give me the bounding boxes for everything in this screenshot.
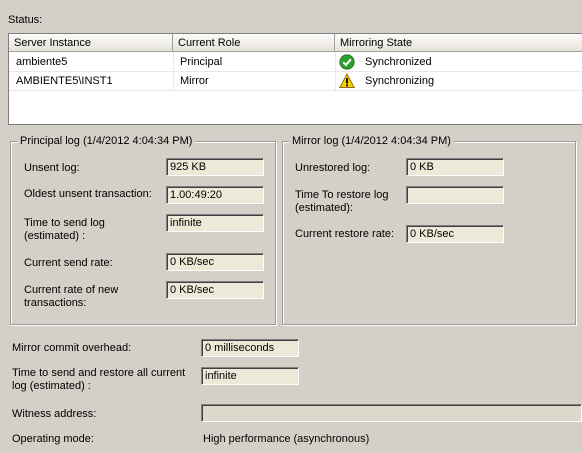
commit-overhead-field[interactable]: 0 milliseconds	[201, 339, 299, 357]
column-header-current-role[interactable]: Current Role	[173, 34, 335, 52]
operating-mode-value: High performance (asynchronous)	[203, 433, 370, 445]
new-tx-rate-label: Current rate of new transactions:	[24, 284, 119, 309]
time-to-send-label: Time to send log (estimated) :	[24, 217, 105, 242]
time-to-restore-field[interactable]	[406, 186, 504, 204]
send-rate-label: Current send rate:	[24, 257, 113, 269]
column-header-server-instance[interactable]: Server Instance	[9, 34, 173, 52]
unsent-log-label: Unsent log:	[24, 162, 80, 174]
check-icon	[339, 54, 355, 70]
witness-address-label: Witness address:	[12, 408, 97, 420]
restore-rate-field[interactable]: 0 KB/sec	[406, 225, 504, 243]
table-row-1-state[interactable]: Synchronized	[359, 53, 579, 71]
unrestored-log-label: Unrestored log:	[295, 162, 371, 174]
unsent-log-field[interactable]: 925 KB	[166, 158, 264, 176]
mirroring-status-list[interactable]: Server Instance Current Role Mirroring S…	[8, 33, 582, 125]
table-row-1-server[interactable]: ambiente5	[9, 53, 173, 71]
warning-icon	[339, 73, 355, 88]
principal-log-title: Principal log (1/4/2012 4:04:34 PM)	[17, 135, 196, 148]
oldest-unsent-label: Oldest unsent transaction:	[24, 188, 152, 200]
operating-mode-label: Operating mode:	[12, 433, 94, 445]
unrestored-log-field[interactable]: 0 KB	[406, 158, 504, 176]
witness-address-field[interactable]	[201, 404, 582, 422]
table-row-2-server[interactable]: AMBIENTE5\INST1	[9, 72, 173, 90]
send-rate-field[interactable]: 0 KB/sec	[166, 253, 264, 271]
table-row-2-state[interactable]: Synchronizing	[359, 72, 579, 90]
send-restore-label: Time to send and restore all current log…	[12, 367, 186, 392]
table-row-1-role[interactable]: Principal	[173, 53, 335, 71]
time-to-send-field[interactable]: infinite	[166, 214, 264, 232]
status-label: Status:	[8, 14, 43, 26]
column-header-mirroring-state[interactable]: Mirroring State	[335, 34, 582, 52]
send-restore-field[interactable]: infinite	[201, 367, 299, 385]
mirror-log-title: Mirror log (1/4/2012 4:04:34 PM)	[289, 135, 454, 148]
table-row-2-role[interactable]: Mirror	[173, 72, 335, 90]
oldest-unsent-field[interactable]: 1.00:49:20	[166, 186, 264, 204]
time-to-restore-label: Time To restore log (estimated):	[295, 189, 389, 214]
new-tx-rate-field[interactable]: 0 KB/sec	[166, 281, 264, 299]
restore-rate-label: Current restore rate:	[295, 228, 395, 240]
commit-overhead-label: Mirror commit overhead:	[12, 342, 132, 354]
